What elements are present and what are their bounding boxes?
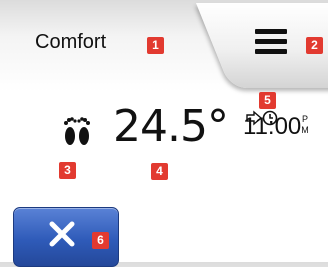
close-x-icon (49, 221, 75, 247)
footprints-icon (64, 117, 90, 145)
badge-5: 5 (259, 92, 276, 109)
badge-1: 1 (147, 37, 164, 54)
menu-icon[interactable] (255, 29, 287, 57)
badge-3: 3 (59, 162, 76, 179)
badge-2: 2 (306, 37, 323, 54)
temperature-readout: 24.5° (113, 101, 229, 152)
clock-period: P M (301, 114, 309, 135)
clock-time: 11:00 (243, 113, 302, 140)
badge-6: 6 (92, 232, 109, 249)
badge-4: 4 (151, 163, 168, 180)
mode-title: Comfort (35, 31, 107, 53)
